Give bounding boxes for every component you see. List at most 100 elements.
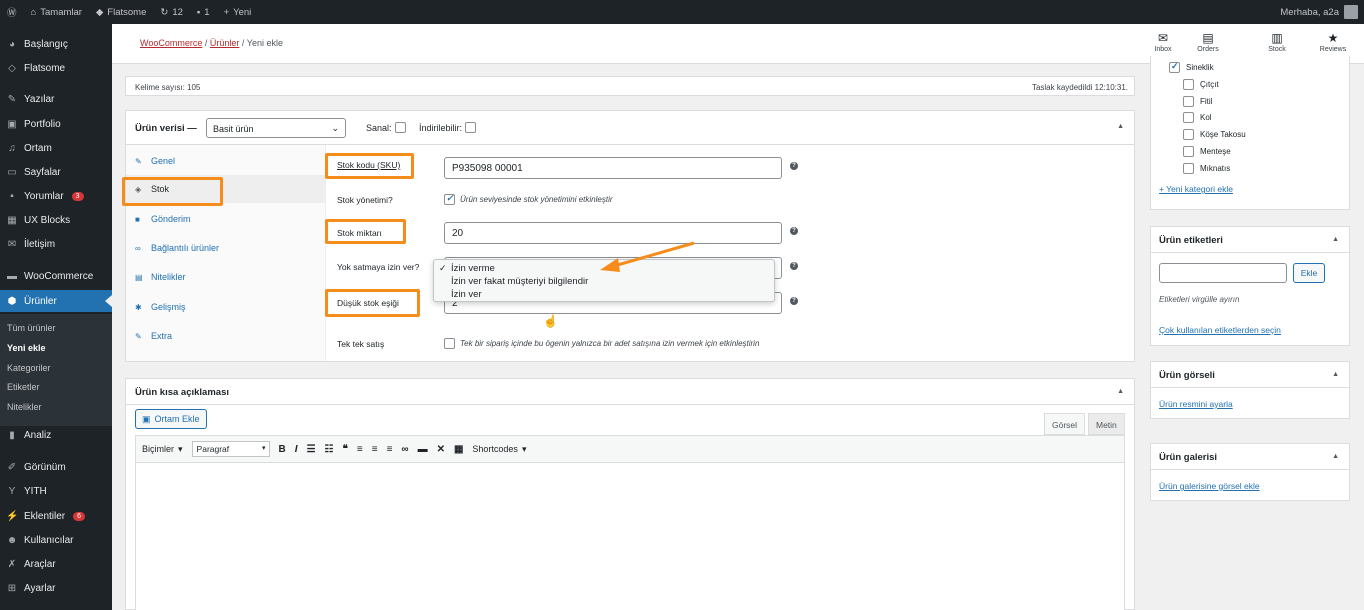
blocks-icon: ▦ [7, 214, 17, 226]
menu-analytics[interactable]: ▮ Analiz [0, 424, 112, 446]
tab-attributes[interactable]: ▤ Nitelikler [126, 263, 326, 291]
menu-contact[interactable]: ✉ İletişim [0, 233, 112, 255]
menu-plugins[interactable]: ⚡ Eklentiler 6 [0, 505, 112, 527]
tab-extra[interactable]: ✎ Extra [126, 322, 326, 350]
new-content-link[interactable]: + Yeni [217, 0, 259, 24]
blockquote-icon[interactable]: ❝ [343, 444, 348, 455]
submenu-categories[interactable]: Kategoriler [7, 363, 51, 373]
sku-input[interactable]: P935098 00001 [444, 157, 782, 179]
menu-yith[interactable]: Y YITH [0, 480, 112, 502]
menu-users[interactable]: ☻ Kullanıcılar [0, 529, 112, 551]
collapse-arrow-icon[interactable]: ▲ [1332, 371, 1339, 378]
product-icon: ⬢ [7, 295, 17, 307]
product-categories-box: Sineklik Çıtçıt Fitil Kol Köşe Takosu Me… [1150, 56, 1350, 210]
add-gallery-images-link[interactable]: Ürün galerisine görsel ekle [1159, 481, 1260, 491]
align-center-icon[interactable]: ≡ [372, 444, 378, 455]
bullet-list-icon[interactable]: ☰ [307, 444, 316, 455]
paragraph-select[interactable]: Paragraf ▾ [191, 441, 270, 457]
shortcodes-dropdown[interactable]: Shortcodes ▾ [472, 444, 526, 455]
short-description-editor[interactable] [135, 463, 1125, 610]
reviews-button[interactable]: ★ Reviews [1316, 30, 1350, 53]
add-media-button[interactable]: ▣ Ortam Ekle [135, 409, 207, 429]
menu-ux-blocks[interactable]: ▦ UX Blocks [0, 209, 112, 231]
submenu-attributes[interactable]: Nitelikler [7, 402, 42, 412]
account-menu[interactable]: Merhaba, a2a [1280, 5, 1364, 19]
backorder-option-notify[interactable]: İzin ver fakat müşteriyi bilgilendir [434, 275, 774, 288]
category-checkbox[interactable] [1169, 61, 1180, 73]
menu-tools[interactable]: ✗ Araçlar [0, 553, 112, 575]
menu-media[interactable]: ♫ Ortam [0, 137, 112, 159]
sold-individually-checkbox[interactable] [444, 338, 455, 349]
menu-products[interactable]: ⬢ Ürünler [0, 290, 112, 312]
comments-link[interactable]: ▪ 1 [190, 0, 217, 24]
tab-linked-products[interactable]: ∞ Bağlantılı ürünler [126, 234, 326, 262]
product-type-select[interactable]: Basit ürün ⌄ [206, 118, 346, 138]
submenu-add-new[interactable]: Yeni ekle [7, 343, 46, 353]
numbered-list-icon[interactable]: ☷ [325, 444, 334, 455]
menu-posts[interactable]: ✎ Yazılar [0, 88, 112, 110]
set-product-image-link[interactable]: Ürün resmini ayarla [1159, 399, 1233, 409]
inbox-button[interactable]: ✉ Inbox [1146, 30, 1180, 53]
add-tag-button[interactable]: Ekle [1293, 263, 1325, 283]
downloadable-checkbox[interactable] [465, 122, 477, 133]
menu-label: Yorumlar [24, 190, 64, 202]
wordpress-logo[interactable]: Ⓦ [0, 0, 24, 24]
align-left-icon[interactable]: ≡ [357, 444, 363, 455]
backorder-option-yes[interactable]: İzin ver [434, 288, 774, 301]
help-icon[interactable]: ? [790, 262, 798, 270]
bold-icon[interactable]: B [279, 444, 286, 455]
menu-settings[interactable]: ⊞ Ayarlar [0, 577, 112, 599]
align-right-icon[interactable]: ≡ [387, 444, 393, 455]
menu-label: Araçlar [24, 558, 56, 570]
submenu-tags[interactable]: Etiketler [7, 382, 40, 392]
submenu-all-products[interactable]: Tüm ürünler [7, 323, 56, 333]
menu-woocommerce[interactable]: ▬ WooCommerce [0, 265, 112, 287]
help-icon[interactable]: ? [790, 297, 798, 305]
category-checkbox[interactable] [1183, 163, 1194, 174]
theme-link[interactable]: ◆ Flatsome [89, 0, 153, 24]
popular-tags-link[interactable]: Çok kullanılan etiketlerden seçin [1159, 325, 1281, 335]
formats-dropdown[interactable]: Biçimler ▾ [142, 444, 183, 455]
breadcrumb-products[interactable]: Ürünler [210, 38, 240, 48]
menu-appearance[interactable]: ✐ Görünüm [0, 456, 112, 478]
menu-flatsome[interactable]: ◇ Flatsome [0, 57, 112, 79]
collapse-arrow-icon[interactable]: ▲ [1117, 388, 1124, 395]
site-name-link[interactable]: ⌂ Tamamlar [24, 0, 89, 24]
stock-button[interactable]: ▥ Stock [1260, 30, 1294, 53]
link-icon[interactable]: ∞ [401, 444, 408, 455]
italic-icon[interactable]: I [295, 444, 298, 455]
toolbar-toggle-icon[interactable]: ▦ [454, 444, 463, 455]
collapse-arrow-icon[interactable]: ▲ [1332, 453, 1339, 460]
read-more-icon[interactable]: ▬ [418, 444, 428, 455]
menu-pages[interactable]: ▭ Sayfalar [0, 161, 112, 183]
add-category-link[interactable]: + Yeni kategori ekle [1159, 184, 1233, 194]
tab-general[interactable]: ✎ Genel [126, 147, 326, 175]
category-checkbox[interactable] [1183, 96, 1194, 107]
user-icon: ☻ [6, 534, 18, 546]
category-checkbox[interactable] [1183, 79, 1194, 90]
menu-comments[interactable]: ▪ Yorumlar 3 [0, 185, 112, 207]
category-checkbox[interactable] [1183, 146, 1194, 157]
tab-shipping[interactable]: ■ Gönderim [126, 205, 326, 233]
help-icon[interactable]: ? [790, 162, 798, 170]
tab-text[interactable]: Metin [1088, 413, 1125, 435]
virtual-checkbox[interactable] [394, 122, 406, 133]
menu-portfolio[interactable]: ▣ Portfolio [0, 113, 112, 135]
home-icon: ⌂ [30, 6, 37, 18]
tab-visual[interactable]: Görsel [1044, 413, 1086, 435]
tab-advanced[interactable]: ✱ Gelişmiş [126, 293, 326, 321]
menu-dashboard[interactable]: ◕ Başlangıç [0, 33, 112, 55]
collapse-arrow-icon[interactable]: ▲ [1117, 123, 1124, 130]
menu-label: WooCommerce [24, 270, 94, 282]
breadcrumb-woocommerce[interactable]: WooCommerce [140, 38, 202, 48]
category-checkbox[interactable] [1183, 112, 1194, 123]
help-icon[interactable]: ? [790, 227, 798, 235]
category-checkbox[interactable] [1183, 129, 1194, 140]
updates-link[interactable]: ↻ 12 [153, 0, 190, 24]
manage-stock-checkbox[interactable] [444, 193, 455, 205]
add-media-label: Ortam Ekle [154, 414, 200, 424]
orders-button[interactable]: ▤ Orders [1191, 30, 1225, 53]
tag-input[interactable] [1159, 263, 1287, 283]
collapse-arrow-icon[interactable]: ▲ [1332, 236, 1339, 243]
fullscreen-icon[interactable]: ✕ [437, 444, 445, 455]
